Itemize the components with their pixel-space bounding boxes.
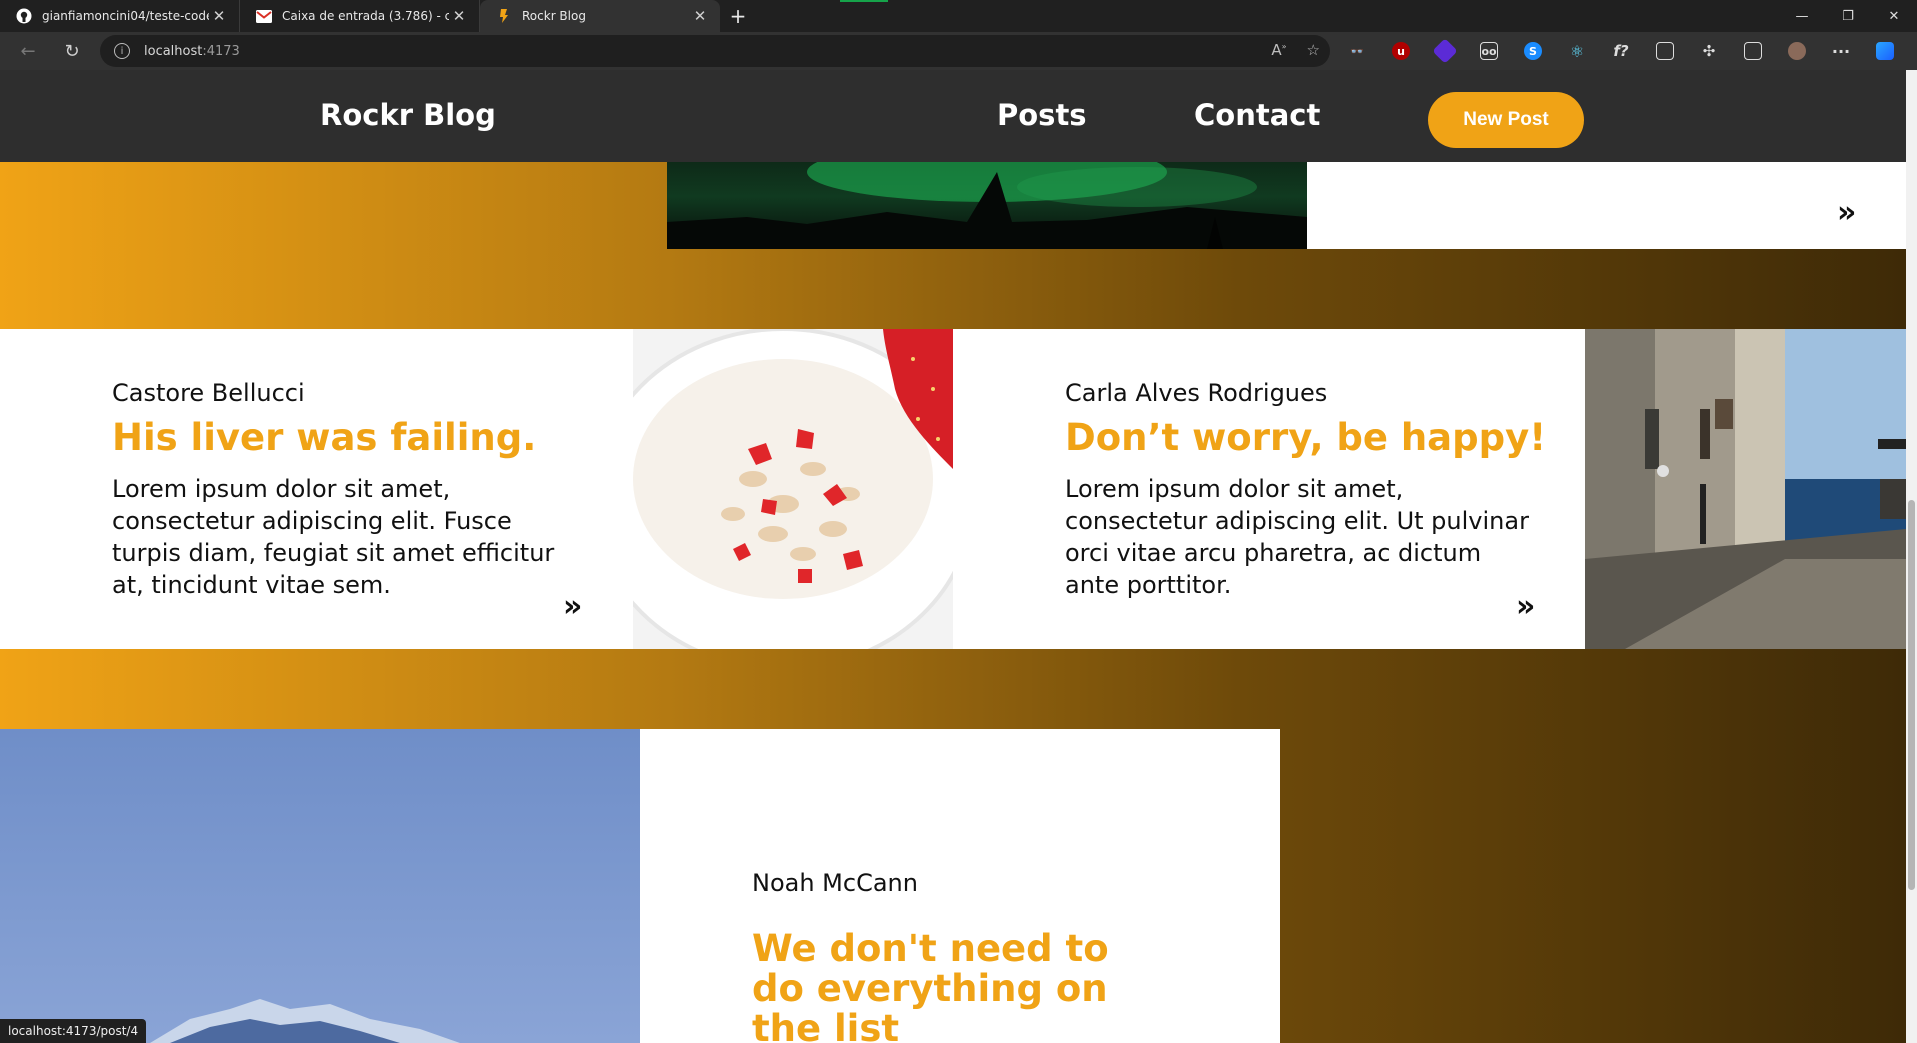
restore-button[interactable]: ❐ xyxy=(1825,0,1871,32)
collections-icon[interactable] xyxy=(1731,35,1775,67)
address-url: localhost:4173 xyxy=(144,43,240,59)
tab-title: Rockr Blog xyxy=(522,9,586,23)
read-more-chevron-icon[interactable]: » xyxy=(1837,195,1856,230)
more-menu-icon[interactable]: ··· xyxy=(1819,35,1863,67)
minimize-button[interactable]: — xyxy=(1779,0,1825,32)
close-window-button[interactable]: ✕ xyxy=(1871,0,1917,32)
post-title[interactable]: His liver was failing. xyxy=(112,417,632,459)
extension-shazam-icon[interactable]: S xyxy=(1511,35,1555,67)
post-author: Carla Alves Rodrigues xyxy=(1065,379,1328,407)
gmail-icon xyxy=(256,8,272,24)
favorite-star-icon[interactable]: ☆ xyxy=(1307,41,1320,59)
profile-avatar[interactable] xyxy=(1775,35,1819,67)
address-bar[interactable]: i localhost:4173 A» ☆ xyxy=(100,35,1330,67)
rockr-icon xyxy=(496,8,512,24)
post-title[interactable]: Don’t worry, be happy! xyxy=(1065,417,1585,459)
post-excerpt: Lorem ipsum dolor sit amet, consectetur … xyxy=(1065,475,1529,599)
back-icon[interactable]: ← xyxy=(10,35,46,67)
read-more-chevron-icon[interactable]: » xyxy=(563,589,582,624)
status-link-preview: localhost:4173/post/4 xyxy=(0,1019,147,1043)
extensions-toolbar: 👓 u oo S ⚛ f? ✣ ··· xyxy=(1335,35,1907,67)
browser-tab-bar: gianfiamoncini04/teste-coderock ✕ Caixa … xyxy=(0,0,1917,32)
nav-posts-link[interactable]: Posts xyxy=(997,98,1087,132)
site-info-icon[interactable]: i xyxy=(114,43,130,59)
close-icon[interactable]: ✕ xyxy=(209,7,229,25)
post-card[interactable]: Carla Alves Rodrigues Don’t worry, be ha… xyxy=(953,329,1585,649)
new-tab-button[interactable]: + xyxy=(720,0,756,32)
tab-title: gianfiamoncini04/teste-coderock xyxy=(42,9,209,23)
new-post-button[interactable]: New Post xyxy=(1428,92,1584,148)
post-author: Castore Bellucci xyxy=(112,379,305,407)
browser-tab-rockr[interactable]: Rockr Blog ✕ xyxy=(480,0,720,32)
site-header: Rockr Blog Posts Contact New Post xyxy=(0,70,1906,162)
read-more-chevron-icon[interactable]: » xyxy=(1516,589,1535,624)
post-card[interactable]: Noah McCann We don't need to do everythi… xyxy=(640,729,1280,1043)
github-icon xyxy=(16,8,32,24)
extensions-puzzle-icon[interactable]: ✣ xyxy=(1687,35,1731,67)
scrollbar-thumb[interactable] xyxy=(1908,500,1915,890)
page-scrollbar[interactable] xyxy=(1906,70,1917,1043)
post-image-yogurt[interactable] xyxy=(633,329,953,649)
extension-ublock-icon[interactable]: u xyxy=(1379,35,1423,67)
close-icon[interactable]: ✕ xyxy=(690,7,710,25)
post-card-top: » xyxy=(1307,162,1906,249)
extension-function-icon[interactable]: f? xyxy=(1599,35,1643,67)
post-excerpt: Lorem ipsum dolor sit amet, consectetur … xyxy=(112,475,555,599)
extension-react-icon[interactable]: ⚛ xyxy=(1555,35,1599,67)
reload-icon[interactable]: ↻ xyxy=(54,35,90,67)
browser-toolbar: ← ↻ i localhost:4173 A» ☆ 👓 u oo S ⚛ f? … xyxy=(0,32,1917,70)
copilot-icon[interactable] xyxy=(1863,35,1907,67)
extension-tab-icon[interactable]: oo xyxy=(1467,35,1511,67)
post-card[interactable]: Castore Bellucci His liver was failing. … xyxy=(0,329,633,649)
post-image-alley[interactable] xyxy=(1585,329,1906,649)
tab-title: Caixa de entrada (3.786) - carlo.g xyxy=(282,9,449,23)
post-image-mountains[interactable] xyxy=(0,729,640,1043)
post-image-aurora[interactable] xyxy=(667,162,1307,249)
extension-window-icon[interactable] xyxy=(1643,35,1687,67)
gradient-band xyxy=(0,249,1906,329)
browser-tab-github[interactable]: gianfiamoncini04/teste-coderock ✕ xyxy=(0,0,240,32)
post-title[interactable]: We don't need to do everything on the li… xyxy=(752,929,1172,1043)
browser-tab-gmail[interactable]: Caixa de entrada (3.786) - carlo.g ✕ xyxy=(240,0,480,32)
read-aloud-icon[interactable]: A» xyxy=(1271,41,1286,59)
site-brand[interactable]: Rockr Blog xyxy=(320,98,496,132)
nav-contact-link[interactable]: Contact xyxy=(1194,98,1320,132)
extension-purple-icon[interactable] xyxy=(1423,35,1467,67)
post-author: Noah McCann xyxy=(752,869,918,897)
address-actions: A» ☆ xyxy=(1271,41,1320,59)
window-controls: — ❐ ✕ xyxy=(1779,0,1917,32)
extension-glasses-icon[interactable]: 👓 xyxy=(1335,35,1379,67)
close-icon[interactable]: ✕ xyxy=(449,7,469,25)
recording-indicator xyxy=(840,0,888,2)
page-viewport: Rockr Blog Posts Contact New Post » Cast… xyxy=(0,70,1906,1043)
